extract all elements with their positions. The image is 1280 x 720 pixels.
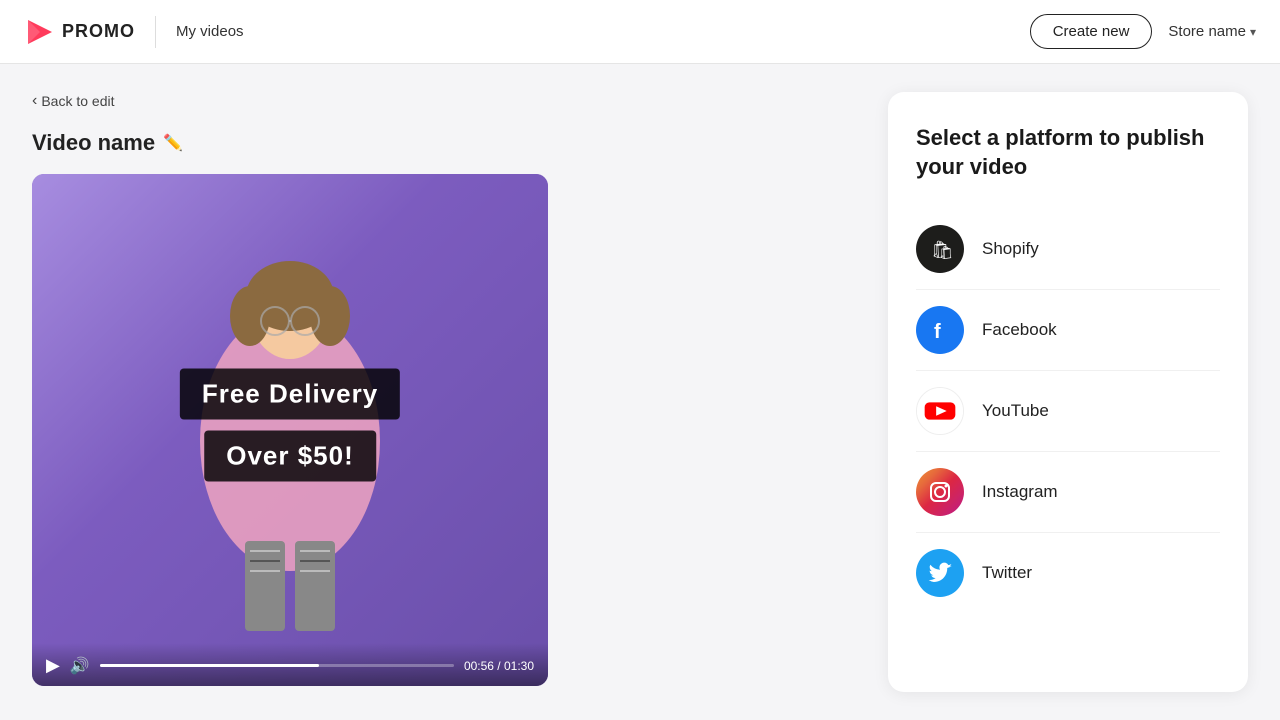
- platform-item-facebook[interactable]: f Facebook: [916, 290, 1220, 371]
- chevron-down-icon: ▾: [1250, 25, 1256, 39]
- back-link-label: Back to edit: [41, 93, 114, 109]
- facebook-icon: f: [916, 306, 964, 354]
- app-header: PROMO My videos Create new Store name ▾: [0, 0, 1280, 64]
- logo-text: PROMO: [62, 21, 135, 42]
- svg-text:🛍: 🛍: [931, 240, 954, 260]
- instagram-icon: [916, 468, 964, 516]
- header-divider: [155, 16, 156, 48]
- video-controls: ▶ 🔊 00:56 / 01:30: [32, 643, 548, 686]
- video-overlay-text-2: Over $50!: [204, 430, 376, 481]
- back-to-edit-link[interactable]: ‹ Back to edit: [32, 92, 856, 110]
- instagram-label: Instagram: [982, 482, 1058, 502]
- store-name-label: Store name: [1168, 23, 1246, 40]
- play-button[interactable]: ▶: [46, 655, 60, 676]
- facebook-label: Facebook: [982, 320, 1057, 340]
- twitter-label: Twitter: [982, 563, 1032, 583]
- content-area: ‹ Back to edit Video name ✏️: [0, 64, 888, 720]
- shopify-icon: 🛍: [916, 225, 964, 273]
- progress-bar[interactable]: [100, 664, 454, 667]
- video-player: Free Delivery Over $50! ▶ 🔊 00:56 / 01:3…: [32, 174, 548, 686]
- youtube-label: YouTube: [982, 401, 1049, 421]
- create-new-button[interactable]: Create new: [1030, 14, 1153, 49]
- platform-item-shopify[interactable]: 🛍 Shopify: [916, 209, 1220, 290]
- edit-title-icon[interactable]: ✏️: [163, 133, 183, 153]
- header-actions: Create new Store name ▾: [1030, 14, 1256, 49]
- youtube-icon: [916, 387, 964, 435]
- shopify-label: Shopify: [982, 239, 1039, 259]
- publish-panel: Select a platform to publish your video …: [888, 92, 1248, 692]
- time-display: 00:56 / 01:30: [464, 659, 534, 673]
- platform-item-instagram[interactable]: Instagram: [916, 452, 1220, 533]
- store-name-dropdown[interactable]: Store name ▾: [1168, 23, 1256, 40]
- back-arrow-icon: ‹: [32, 92, 37, 110]
- panel-title: Select a platform to publish your video: [916, 124, 1220, 181]
- video-title-row: Video name ✏️: [32, 130, 856, 156]
- volume-button[interactable]: 🔊: [70, 656, 90, 676]
- logo-icon: [24, 16, 56, 48]
- svg-text:f: f: [934, 321, 941, 343]
- twitter-icon: [916, 549, 964, 597]
- video-title: Video name: [32, 130, 155, 156]
- logo[interactable]: PROMO: [24, 16, 135, 48]
- main-content: ‹ Back to edit Video name ✏️: [0, 64, 1280, 720]
- my-videos-link[interactable]: My videos: [176, 23, 244, 40]
- platform-list: 🛍 Shopify f Facebook: [916, 209, 1220, 613]
- progress-fill: [100, 664, 320, 667]
- video-overlay-text-1: Free Delivery: [180, 369, 400, 420]
- platform-item-twitter[interactable]: Twitter: [916, 533, 1220, 613]
- platform-item-youtube[interactable]: YouTube: [916, 371, 1220, 452]
